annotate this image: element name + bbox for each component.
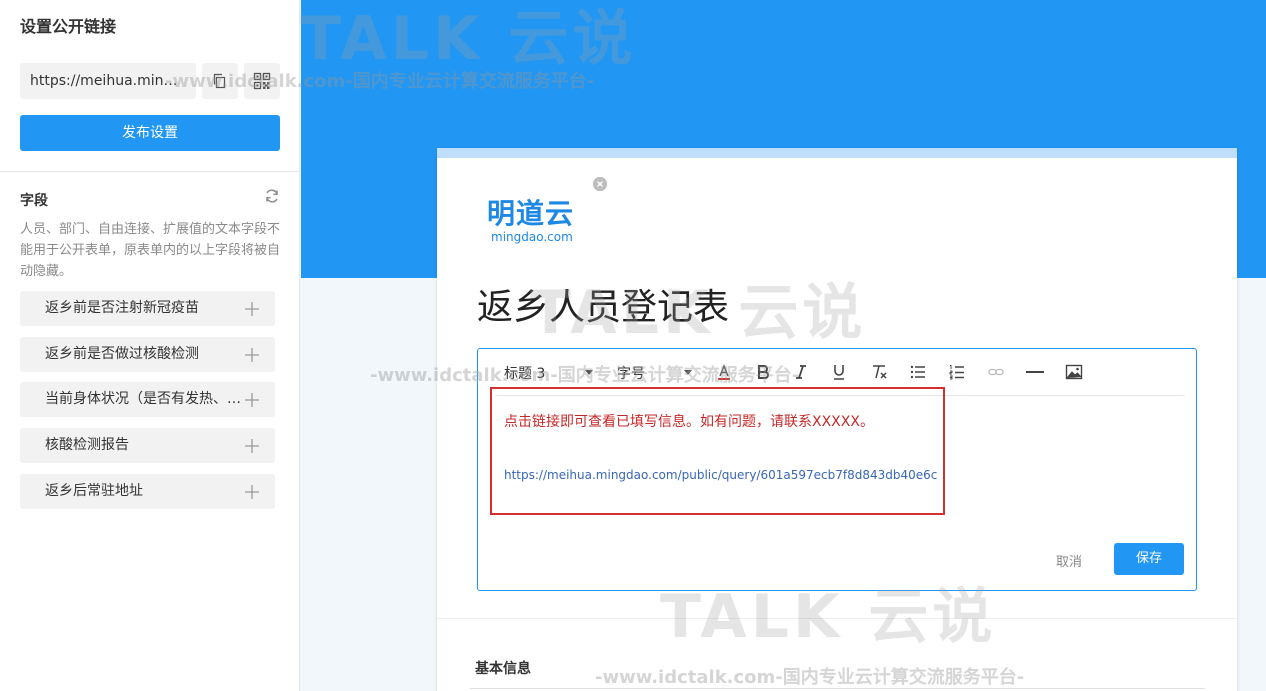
plus-icon[interactable] — [245, 348, 259, 362]
sidebar: 设置公开链接 https://meihua.mingdao.com/public… — [0, 0, 300, 691]
rich-text-editor[interactable]: 标题 3 字号 点击链接即可查看已填写信息。如有问题，请联系XXXXX。 htt… — [477, 348, 1197, 591]
qr-code-icon — [253, 72, 271, 90]
publish-settings-button[interactable]: 发布设置 — [20, 115, 280, 151]
public-query-link[interactable]: https://meihua.mingdao.com/public/query/… — [504, 468, 937, 482]
image-icon[interactable] — [1065, 363, 1083, 381]
logo-text: 明道云 — [487, 197, 575, 230]
field-item-label: 核酸检测报告 — [45, 437, 129, 453]
text-color-icon[interactable] — [715, 363, 733, 381]
field-item[interactable]: 返乡前是否注射新冠疫苗 — [20, 291, 275, 326]
clear-format-icon[interactable] — [870, 363, 888, 381]
section-title: 基本信息 — [475, 661, 531, 677]
cancel-button[interactable]: 取消 — [1056, 551, 1082, 570]
sidebar-title: 设置公开链接 — [20, 17, 117, 36]
refresh-icon[interactable] — [264, 188, 280, 204]
qr-code-button[interactable] — [244, 63, 280, 99]
field-item-label: 返乡前是否注射新冠疫苗 — [45, 300, 199, 316]
chevron-down-icon — [585, 370, 593, 375]
heading-select[interactable]: 标题 3 — [504, 363, 545, 383]
bold-icon[interactable] — [754, 363, 772, 381]
fields-section-title: 字段 — [20, 193, 48, 209]
field-item[interactable]: 返乡前是否做过核酸检测 — [20, 337, 275, 372]
copy-icon — [213, 73, 226, 89]
form-title: 返乡人员登记表 — [477, 287, 730, 328]
copy-link-button[interactable] — [202, 63, 238, 99]
fields-description: 人员、部门、自由连接、扩展值的文本字段不能用于公开表单，原表单内的以上字段将被自… — [20, 222, 281, 279]
logo: 明道云 mingdao.com — [487, 192, 574, 244]
field-item-label: 返乡后常驻地址 — [45, 483, 143, 499]
public-link-field[interactable]: https://meihua.mingdao.com/public/query/… — [20, 63, 196, 99]
save-button[interactable]: 保存 — [1114, 543, 1184, 575]
section-underline — [470, 688, 1205, 689]
field-item[interactable]: 返乡后常驻地址 — [20, 474, 275, 509]
field-item-label: 当前身体状况（是否有发热、咳嗽等症状） — [45, 391, 241, 407]
field-item[interactable]: 核酸检测报告 — [20, 428, 275, 463]
numbered-list-icon[interactable] — [948, 363, 966, 381]
horizontal-rule-icon[interactable] — [1026, 363, 1044, 381]
plus-icon[interactable] — [245, 439, 259, 453]
link-icon[interactable] — [987, 363, 1005, 381]
field-item-label: 返乡前是否做过核酸检测 — [45, 346, 199, 362]
card-divider — [437, 618, 1237, 619]
plus-icon[interactable] — [245, 393, 259, 407]
card-accent-strip — [437, 148, 1237, 158]
chevron-down-icon — [684, 370, 692, 375]
form-card: 明道云 mingdao.com 返乡人员登记表 标题 3 字号 点击链接即可查看… — [437, 148, 1237, 691]
plus-icon[interactable] — [245, 485, 259, 499]
remove-logo-icon[interactable] — [593, 177, 607, 191]
font-size-select[interactable]: 字号 — [617, 363, 645, 383]
underline-icon[interactable] — [830, 363, 848, 381]
highlight-frame — [490, 387, 945, 515]
logo-domain: mingdao.com — [491, 230, 573, 244]
field-item[interactable]: 当前身体状况（是否有发热、咳嗽等症状） — [20, 382, 275, 417]
sidebar-divider — [0, 171, 300, 172]
notice-text: 点击链接即可查看已填写信息。如有问题，请联系XXXXX。 — [504, 414, 874, 430]
bullet-list-icon[interactable] — [909, 363, 927, 381]
plus-icon[interactable] — [245, 302, 259, 316]
italic-icon[interactable] — [792, 363, 810, 381]
